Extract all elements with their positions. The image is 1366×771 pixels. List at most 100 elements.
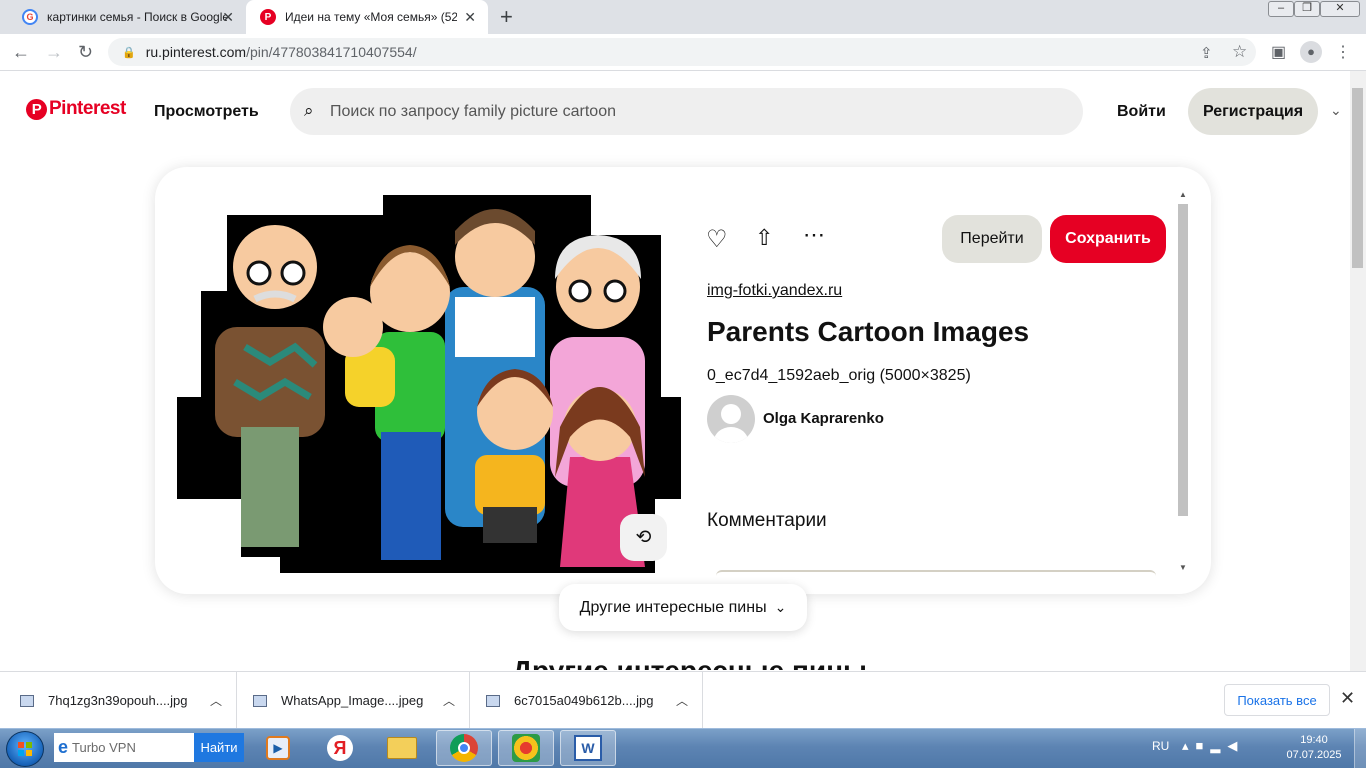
download-filename: 6c7015a049b612b....jpg [514, 693, 654, 708]
show-desktop-button[interactable] [1354, 729, 1366, 768]
pin-description: 0_ec7d4_1592aeb_orig (5000×3825) [707, 367, 971, 384]
visual-search-button[interactable]: ⟲ [620, 514, 667, 561]
taskbar-search-value: Turbo VPN [72, 740, 136, 755]
page-scrollbar-thumb[interactable] [1352, 88, 1363, 268]
image-file-icon [253, 694, 267, 707]
forward-icon[interactable]: → [45, 42, 63, 63]
more-options-icon[interactable]: ⋯ [803, 222, 825, 248]
scroll-down-icon[interactable]: ▼ [1179, 563, 1187, 572]
url-host: ru.pinterest.com [145, 44, 247, 60]
comments-heading: Комментарии [707, 510, 827, 531]
login-button[interactable]: Войти [1117, 103, 1166, 121]
taskbar-search-input[interactable]: e Turbo VPN [54, 733, 194, 762]
system-tray: ▴■▂◀ [1182, 738, 1244, 754]
download-item[interactable]: 7hq1zg3n39opouh....jpg ︿ [0, 672, 237, 729]
show-all-downloads-button[interactable]: Показать все [1224, 684, 1330, 716]
yandex-browser-icon[interactable]: Я [312, 730, 368, 766]
tab-pinterest[interactable]: P Идеи на тему «Моя семья» (52) ✕ [246, 0, 488, 34]
comment-input[interactable] [716, 570, 1156, 576]
download-item[interactable]: 6c7015a049b612b....jpg ︿ [470, 672, 703, 729]
more-pins-heading: Другие интересные пины [512, 656, 867, 670]
download-filename: WhatsApp_Image....jpeg [281, 693, 424, 708]
close-tab-icon[interactable]: ✕ [222, 9, 234, 26]
clock[interactable]: 19:40 07.07.2025 [1282, 733, 1346, 763]
download-filename: 7hq1zg3n39opouh....jpg [48, 693, 188, 708]
lock-icon: 🔒 [122, 46, 136, 59]
browser-toolbar: ← → ↻ 🔒 ru.pinterest.com/pin/47780384171… [0, 34, 1366, 71]
chevron-down-icon: ⌄ [774, 599, 787, 615]
language-indicator[interactable]: RU [1152, 739, 1169, 753]
pinterest-icon: P [26, 98, 47, 120]
close-downloads-icon[interactable]: ✕ [1340, 688, 1355, 709]
windows-logo-icon [18, 742, 32, 756]
more-pins-button[interactable]: Другие интересные пины ⌄ [559, 584, 807, 631]
author-name[interactable]: Olga Kaprarenko [763, 410, 884, 427]
search-icon: ⌕ [304, 101, 314, 120]
pinterest-icon: P [260, 9, 276, 25]
side-panel-icon[interactable]: ▣ [1271, 42, 1286, 62]
minimize-window-button[interactable]: – [1268, 1, 1294, 17]
close-tab-icon[interactable]: ✕ [464, 9, 476, 26]
family-cartoon-illustration [177, 195, 681, 573]
network-signal-icon[interactable]: ▂ [1210, 738, 1227, 753]
volume-icon[interactable]: ◀ [1227, 738, 1244, 753]
pinterest-logo[interactable]: P Pinterest [26, 98, 126, 120]
restore-window-button[interactable]: ❐ [1294, 1, 1320, 17]
taskbar-search-button[interactable]: Найти [194, 733, 244, 762]
heart-icon[interactable]: ♡ [706, 225, 728, 254]
share-page-icon[interactable]: ⇪ [1200, 44, 1213, 62]
google-icon: G [22, 9, 38, 25]
browse-link[interactable]: Просмотреть [154, 103, 259, 121]
clock-date: 07.07.2025 [1286, 749, 1342, 761]
download-item[interactable]: WhatsApp_Image....jpeg ︿ [237, 672, 470, 729]
source-link[interactable]: img-fotki.yandex.ru [707, 282, 842, 300]
start-button[interactable] [6, 731, 44, 767]
security-icon[interactable]: ■ [1196, 738, 1211, 753]
chevron-up-icon[interactable]: ︿ [210, 692, 222, 709]
image-file-icon [20, 694, 34, 707]
register-button[interactable]: Регистрация [1188, 88, 1318, 135]
word-icon[interactable]: W [560, 730, 616, 766]
share-icon[interactable]: ⇧ [755, 225, 773, 251]
tab-strip: G картинки семья - Поиск в Google ✕ P Ид… [0, 0, 1366, 34]
show-hidden-icons-icon[interactable]: ▴ [1182, 738, 1196, 753]
paint-app-icon[interactable] [498, 730, 554, 766]
url-path: /pin/477803841710407554/ [246, 44, 417, 60]
clock-time: 19:40 [1300, 734, 1328, 746]
tab-title: картинки семья - Поиск в Google [47, 10, 227, 24]
media-player-icon[interactable]: ▶ [250, 730, 306, 766]
chrome-icon[interactable] [436, 730, 492, 766]
logo-text: Pinterest [49, 98, 126, 119]
address-bar[interactable]: 🔒 ru.pinterest.com/pin/47780384171040755… [108, 38, 1256, 66]
reload-icon[interactable]: ↻ [78, 42, 93, 63]
save-button[interactable]: Сохранить [1050, 215, 1166, 263]
user-silhouette-icon [714, 404, 748, 443]
menu-dots-icon[interactable]: ⋮ [1335, 42, 1351, 62]
tab-google-search[interactable]: G картинки семья - Поиск в Google ✕ [8, 0, 246, 34]
new-tab-icon[interactable]: + [500, 4, 513, 30]
page-scrollbar[interactable] [1350, 71, 1366, 671]
image-file-icon [486, 694, 500, 707]
more-pins-label: Другие интересные пины [579, 598, 767, 616]
back-icon[interactable]: ← [12, 42, 30, 63]
scroll-up-icon[interactable]: ▲ [1179, 190, 1187, 199]
avatar[interactable] [707, 395, 755, 443]
profile-icon[interactable]: ● [1300, 41, 1322, 63]
chevron-down-icon[interactable]: ⌄ [1330, 102, 1342, 119]
file-explorer-icon[interactable] [374, 730, 430, 766]
ie-icon: e [58, 737, 69, 757]
search-input[interactable]: ⌕ Поиск по запросу family picture cartoo… [290, 88, 1083, 135]
tab-title: Идеи на тему «Моя семья» (52) [285, 10, 457, 24]
search-placeholder: Поиск по запросу family picture cartoon [330, 102, 616, 120]
bookmark-star-icon[interactable]: ☆ [1232, 42, 1247, 62]
card-scrollbar-thumb[interactable] [1178, 204, 1188, 516]
downloads-bar: 7hq1zg3n39opouh....jpg ︿ WhatsApp_Image.… [0, 671, 1366, 729]
pin-image[interactable] [175, 187, 683, 574]
go-to-source-button[interactable]: Перейти [942, 215, 1042, 263]
pin-title: Parents Cartoon Images [707, 316, 1030, 347]
close-window-button[interactable]: ✕ [1320, 1, 1360, 17]
lens-icon: ⟲ [635, 527, 652, 548]
chevron-up-icon[interactable]: ︿ [676, 692, 688, 709]
card-scrollbar[interactable]: ▲ ▼ [1176, 190, 1190, 572]
chevron-up-icon[interactable]: ︿ [443, 692, 455, 709]
